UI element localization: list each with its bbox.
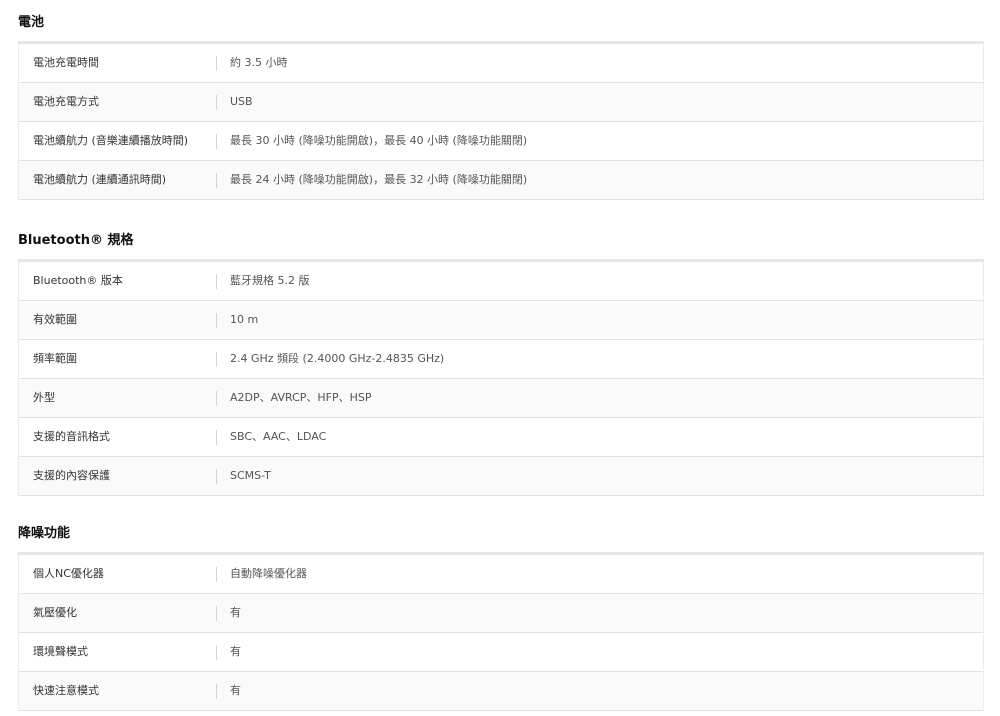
column-divider <box>216 567 217 582</box>
column-divider <box>216 645 217 660</box>
spec-section-noise-cancelling: 降噪功能 個人NC優化器 自動降噪優化器 氣壓優化 有 環境聲模式 有 快速注意… <box>18 524 984 711</box>
spec-label: Bluetooth® 版本 <box>33 274 123 287</box>
spec-label: 支援的內容保護 <box>33 469 110 482</box>
spec-row: Bluetooth® 版本 藍牙規格 5.2 版 <box>19 262 983 301</box>
column-divider <box>216 95 217 110</box>
spec-value: 約 3.5 小時 <box>230 56 288 69</box>
spec-row: 電池充電時間 約 3.5 小時 <box>19 44 983 83</box>
spec-value: 有 <box>230 606 241 619</box>
spec-value: 最長 24 小時 (降噪功能開啟)，最長 32 小時 (降噪功能關閉) <box>230 173 528 186</box>
spec-value: SBC、AAC、LDAC <box>230 430 327 443</box>
spec-value: 10 m <box>230 313 259 326</box>
spec-label: 外型 <box>33 391 55 404</box>
spec-value: 2.4 GHz 頻段 (2.4000 GHz-2.4835 GHz) <box>230 352 445 365</box>
spec-row: 支援的音訊格式 SBC、AAC、LDAC <box>19 418 983 457</box>
spec-row: 個人NC優化器 自動降噪優化器 <box>19 555 983 594</box>
spec-row: 外型 A2DP、AVRCP、HFP、HSP <box>19 379 983 418</box>
spec-row: 電池充電方式 USB <box>19 83 983 122</box>
spec-table: 電池充電時間 約 3.5 小時 電池充電方式 USB 電池續航力 (音樂連續播放… <box>18 44 984 200</box>
column-divider <box>216 313 217 328</box>
spec-row: 有效範圍 10 m <box>19 301 983 340</box>
column-divider <box>216 134 217 149</box>
spec-label: 快速注意模式 <box>33 684 99 697</box>
spec-row: 電池續航力 (音樂連續播放時間) 最長 30 小時 (降噪功能開啟)，最長 40… <box>19 122 983 161</box>
column-divider <box>216 684 217 699</box>
section-title: 電池 <box>18 15 45 30</box>
spec-value: 有 <box>230 645 241 658</box>
section-title: Bluetooth® 規格 <box>18 233 134 248</box>
column-divider <box>216 274 217 289</box>
spec-value: 最長 30 小時 (降噪功能開啟)，最長 40 小時 (降噪功能關閉) <box>230 134 528 147</box>
column-divider <box>216 352 217 367</box>
spec-row: 頻率範圍 2.4 GHz 頻段 (2.4000 GHz-2.4835 GHz) <box>19 340 983 379</box>
spec-value: 自動降噪優化器 <box>230 567 307 580</box>
spec-label: 支援的音訊格式 <box>33 430 110 443</box>
column-divider <box>216 391 217 406</box>
spec-row: 電池續航力 (連續通訊時間) 最長 24 小時 (降噪功能開啟)，最長 32 小… <box>19 161 983 200</box>
spec-row: 支援的內容保護 SCMS-T <box>19 457 983 496</box>
spec-label: 電池續航力 (音樂連續播放時間) <box>33 134 189 147</box>
spec-label: 環境聲模式 <box>33 645 88 658</box>
column-divider <box>216 173 217 188</box>
spec-value: 有 <box>230 684 241 697</box>
spec-row: 氣壓優化 有 <box>19 594 983 633</box>
spec-section-bluetooth: Bluetooth® 規格 Bluetooth® 版本 藍牙規格 5.2 版 有… <box>18 231 984 496</box>
column-divider <box>216 430 217 445</box>
spec-label: 個人NC優化器 <box>33 567 104 580</box>
spec-label: 氣壓優化 <box>33 606 77 619</box>
section-title: 降噪功能 <box>18 526 71 541</box>
column-divider <box>216 56 217 71</box>
spec-row: 快速注意模式 有 <box>19 672 983 711</box>
spec-table: 個人NC優化器 自動降噪優化器 氣壓優化 有 環境聲模式 有 快速注意模式 有 <box>18 555 984 711</box>
column-divider <box>216 469 217 484</box>
spec-value: 藍牙規格 5.2 版 <box>230 274 310 287</box>
spec-table: Bluetooth® 版本 藍牙規格 5.2 版 有效範圍 10 m 頻率範圍 … <box>18 262 984 496</box>
spec-row: 環境聲模式 有 <box>19 633 983 672</box>
spec-value: SCMS-T <box>230 469 271 482</box>
spec-label: 頻率範圍 <box>33 352 77 365</box>
spec-label: 電池充電時間 <box>33 56 99 69</box>
spec-section-battery: 電池 電池充電時間 約 3.5 小時 電池充電方式 USB 電池續航力 (音樂連… <box>18 13 984 200</box>
spec-label: 有效範圍 <box>33 313 77 326</box>
spec-label: 電池續航力 (連續通訊時間) <box>33 173 167 186</box>
spec-value: A2DP、AVRCP、HFP、HSP <box>230 391 372 404</box>
spec-value: USB <box>230 95 253 108</box>
spec-label: 電池充電方式 <box>33 95 99 108</box>
column-divider <box>216 606 217 621</box>
